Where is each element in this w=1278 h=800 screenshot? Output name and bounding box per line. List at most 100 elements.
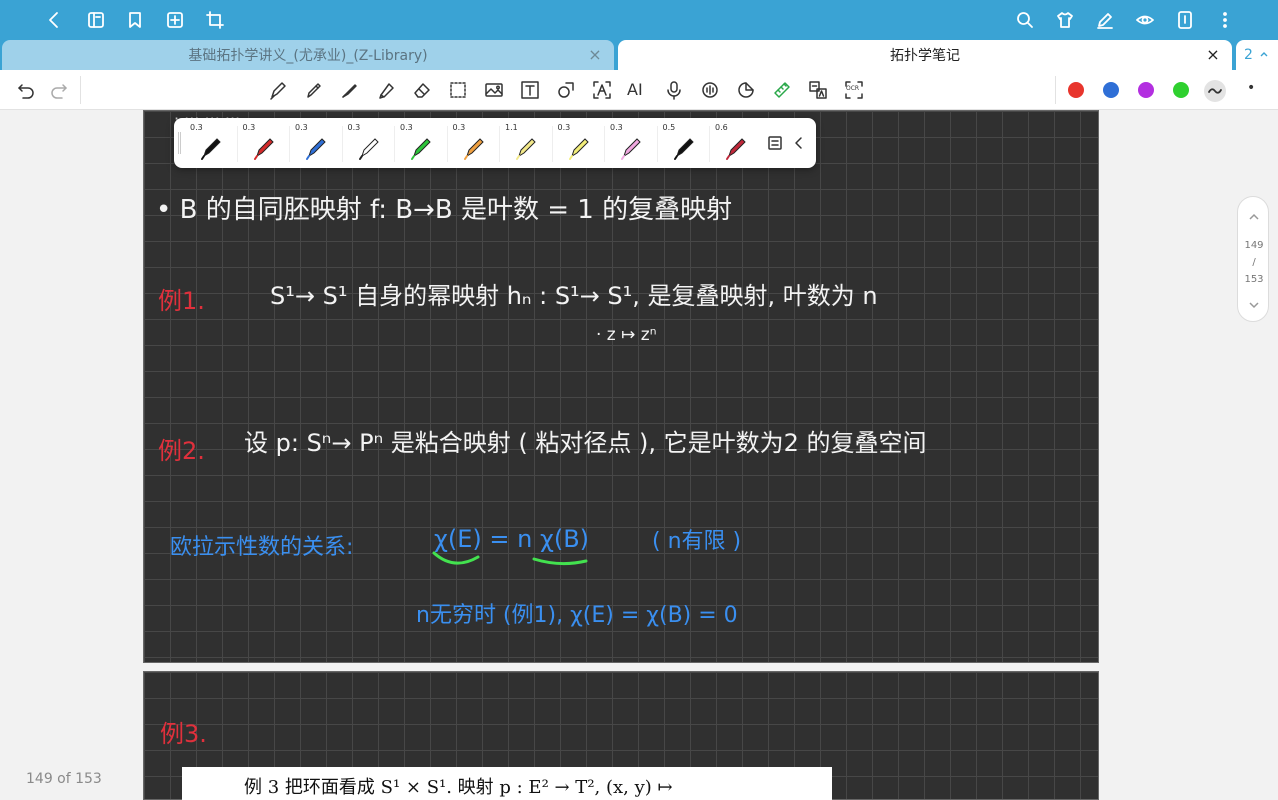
ruler-icon[interactable] (771, 79, 793, 101)
color-dot-green[interactable] (1173, 82, 1189, 98)
pen-size-label: 0.5 (662, 123, 676, 132)
eye-icon[interactable] (1133, 8, 1157, 32)
total-page-number: 153 (1244, 274, 1264, 285)
highlighter-icon[interactable] (375, 79, 397, 101)
pencil-icon[interactable] (303, 79, 325, 101)
color-dot-blue[interactable] (1103, 82, 1119, 98)
pen-divider (394, 126, 395, 162)
close-icon[interactable]: × (1204, 46, 1222, 64)
search-icon[interactable] (1013, 8, 1037, 32)
pen-preset[interactable]: 0.3 (447, 118, 499, 168)
lasso-select-icon[interactable] (447, 79, 469, 101)
pen-icon (411, 138, 431, 160)
tab-count-number: 2 (1244, 47, 1253, 63)
pen-size-label: 0.3 (190, 123, 203, 132)
handwritten-line: 设 p: Sⁿ→ Pⁿ 是粘合映射 ( 粘对径点 ), 它是叶数为2 的复叠空间 (244, 429, 927, 457)
pen-preset[interactable]: 0.3 (342, 118, 394, 168)
pen-preset[interactable]: 0.3 (552, 118, 604, 168)
handwritten-note: ( n有限 ) (652, 529, 742, 554)
pen-icon (306, 138, 326, 160)
tab-count-badge[interactable]: 2 (1236, 40, 1278, 70)
pen-preset[interactable]: 1.1 (499, 118, 551, 168)
color-dot-red[interactable] (1068, 82, 1084, 98)
text-box-icon[interactable] (519, 79, 541, 101)
pen-preset[interactable]: 0.3 (237, 118, 289, 168)
pen-preset[interactable]: 0.6 (709, 118, 761, 168)
page-slash: / (1252, 257, 1256, 268)
text-recognition-icon[interactable] (591, 79, 613, 101)
drag-handle[interactable] (178, 132, 181, 154)
color-dot-purple[interactable] (1138, 82, 1154, 98)
bookmark-icon[interactable] (123, 8, 147, 32)
ai-button[interactable]: AI (627, 79, 643, 101)
note-page[interactable]: · ··· ··· ··· • B 的自同胚映射 f: B→B 是叶数 = 1 … (143, 109, 1099, 663)
pen-preset-panel: 0.3 0.3 0.3 0.3 0.3 0.3 1.1 0.3 0.3 0.5 0.6 (174, 118, 816, 168)
back-icon[interactable] (42, 8, 66, 32)
handwritten-line: S¹→ S¹ 自身的幂映射 hₙ : S¹→ S¹, 是复叠映射, 叶数为 n (270, 282, 878, 310)
chevron-down-icon[interactable] (1246, 297, 1262, 313)
example-label: 例2. (158, 437, 205, 465)
pen-preset[interactable]: 0.3 (289, 118, 341, 168)
page-counter: 149 of 153 (26, 771, 102, 787)
shape-icon[interactable] (555, 79, 577, 101)
pen-preset[interactable]: 0.3 (604, 118, 656, 168)
settings-list-icon[interactable] (764, 132, 786, 154)
translate-icon[interactable] (807, 79, 829, 101)
pen-size-label: 0.3 (347, 123, 361, 132)
handwritten-line: • B 的自同胚映射 f: B→B 是叶数 = 1 的复叠映射 (156, 195, 733, 225)
more-vertical-icon[interactable] (1213, 8, 1237, 32)
crop-icon[interactable] (203, 8, 227, 32)
pen-divider (446, 126, 448, 162)
eraser-icon[interactable] (411, 79, 433, 101)
pen-edit-icon[interactable] (1093, 8, 1117, 32)
scanned-textbook-excerpt: 例 3 把环面看成 S¹ × S¹. 映射 p : E² → T², (x, y… (182, 767, 832, 800)
fountain-pen-icon[interactable] (267, 79, 289, 101)
shirt-icon[interactable] (1053, 8, 1077, 32)
tab-textbook-title: 基础拓扑学讲义_(尤承业)_(Z-Library) (188, 48, 428, 64)
pen-preset[interactable]: 0.3 (394, 118, 446, 168)
handwritten-line: n无穷时 (例1), χ(E) = χ(B) = 0 (416, 603, 738, 628)
close-icon[interactable]: × (586, 46, 604, 64)
pen-icon (568, 138, 589, 160)
tab-bar: 基础拓扑学讲义_(尤承业)_(Z-Library) × 拓扑学笔记 × 2 (0, 40, 1278, 70)
pen-divider (236, 126, 238, 162)
pen-icon (673, 138, 694, 160)
pen-divider (551, 126, 553, 162)
undo-icon[interactable] (15, 79, 37, 101)
pen-icon (621, 138, 641, 160)
pen-divider (289, 126, 290, 162)
add-page-icon[interactable] (163, 8, 187, 32)
more-dot[interactable]: • (1247, 80, 1255, 96)
pen-preset[interactable]: 0.3 (184, 118, 236, 168)
green-underline-mark (432, 551, 588, 566)
redo-icon[interactable] (48, 79, 70, 101)
pen-size-label: 0.6 (715, 123, 728, 132)
tab-notes[interactable]: 拓扑学笔记 × (618, 40, 1232, 70)
image-icon[interactable] (483, 79, 505, 101)
pen-icon (516, 138, 536, 160)
pen-icon (358, 138, 379, 160)
chevron-up-icon[interactable] (1246, 209, 1262, 225)
tab-textbook[interactable]: 基础拓扑学讲义_(尤承业)_(Z-Library) × (2, 40, 614, 70)
microphone-icon[interactable] (663, 79, 685, 101)
pen-divider (604, 126, 605, 162)
pen-preset[interactable]: 0.5 (657, 118, 709, 168)
tablet-icon[interactable] (1173, 8, 1197, 32)
pen-divider (341, 126, 343, 162)
page-scroller[interactable]: 149 / 153 (1237, 196, 1269, 322)
current-page-number: 149 (1244, 240, 1264, 251)
audio-record-icon[interactable] (699, 79, 721, 101)
collapse-chevron-icon[interactable] (788, 132, 810, 154)
pen-size-label: 0.3 (242, 123, 256, 132)
pen-icon (253, 138, 274, 160)
pen-size-label: 0.3 (400, 123, 413, 132)
ocr-icon[interactable]: OCR (843, 79, 865, 101)
app-top-bar (0, 0, 1278, 40)
pen-icon (726, 138, 746, 160)
brush-pen-icon[interactable] (339, 79, 361, 101)
stroke-style-button[interactable] (1204, 80, 1226, 102)
book-icon[interactable] (84, 8, 108, 32)
wave-icon (1208, 88, 1222, 94)
pen-size-label: 0.3 (295, 123, 308, 132)
sticker-icon[interactable] (735, 79, 757, 101)
